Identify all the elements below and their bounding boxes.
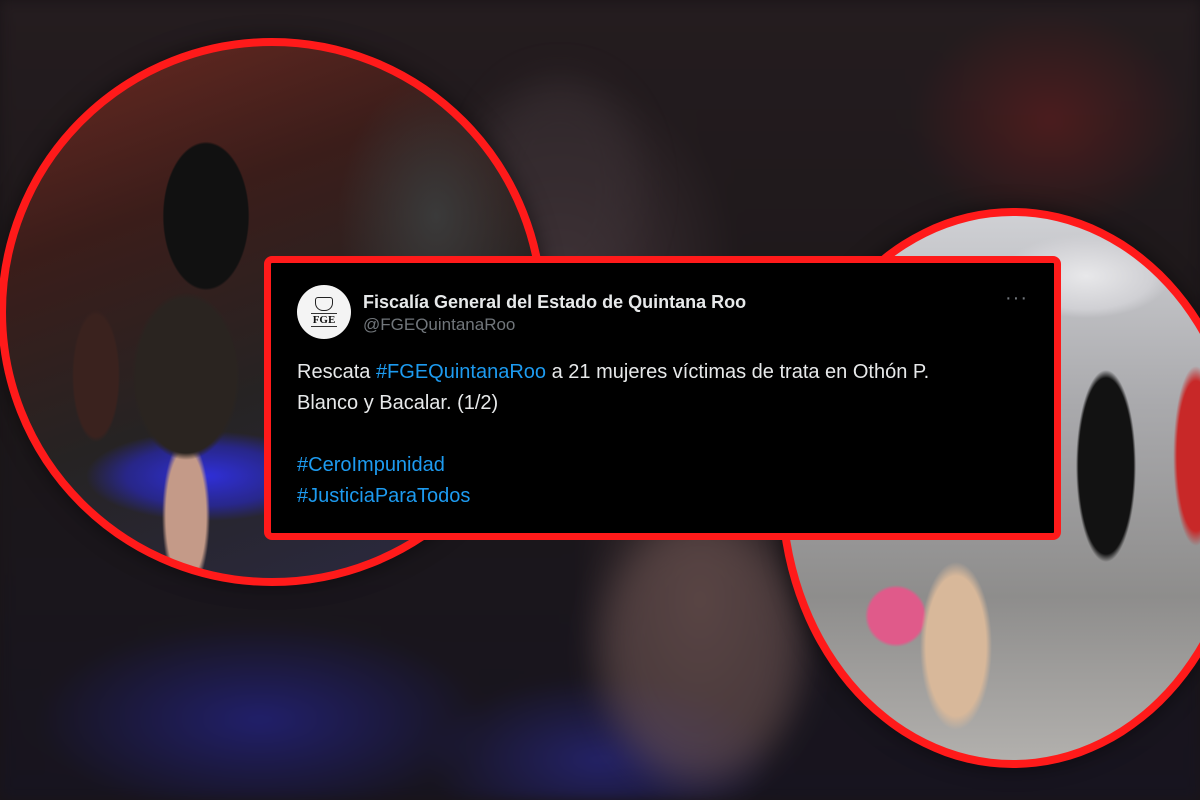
tweet-card: FGE Fiscalía General del Estado de Quint… [264, 256, 1061, 540]
tweet-text-segment: a 21 mujeres víctimas de trata en Othón … [546, 361, 930, 383]
hashtag-link[interactable]: #FGEQuintanaRoo [376, 361, 546, 383]
account-handle[interactable]: @FGEQuintanaRoo [363, 313, 746, 337]
avatar[interactable]: FGE [297, 285, 351, 339]
avatar-logo-text: FGE [310, 313, 338, 327]
account-name[interactable]: Fiscalía General del Estado de Quintana … [363, 291, 746, 313]
tweet-line-1: Rescata #FGEQuintanaRoo a 21 mujeres víc… [297, 357, 1028, 388]
blurred-figure [600, 520, 800, 780]
seal-icon [315, 297, 333, 311]
tweet-text: Rescata #FGEQuintanaRoo a 21 mujeres víc… [297, 357, 1028, 512]
tweet-header: FGE Fiscalía General del Estado de Quint… [297, 285, 1028, 339]
hashtag-link[interactable]: #CeroImpunidad [297, 450, 1028, 481]
tweet-text-segment: Rescata [297, 361, 376, 383]
hashtag-link[interactable]: #JusticiaParaTodos [297, 481, 1028, 512]
tweet-line-2: Blanco y Bacalar. (1/2) [297, 392, 499, 414]
line-spacer [297, 419, 1028, 450]
account-info: Fiscalía General del Estado de Quintana … [363, 285, 746, 337]
more-horizontal-icon[interactable]: ··· [1005, 288, 1028, 308]
